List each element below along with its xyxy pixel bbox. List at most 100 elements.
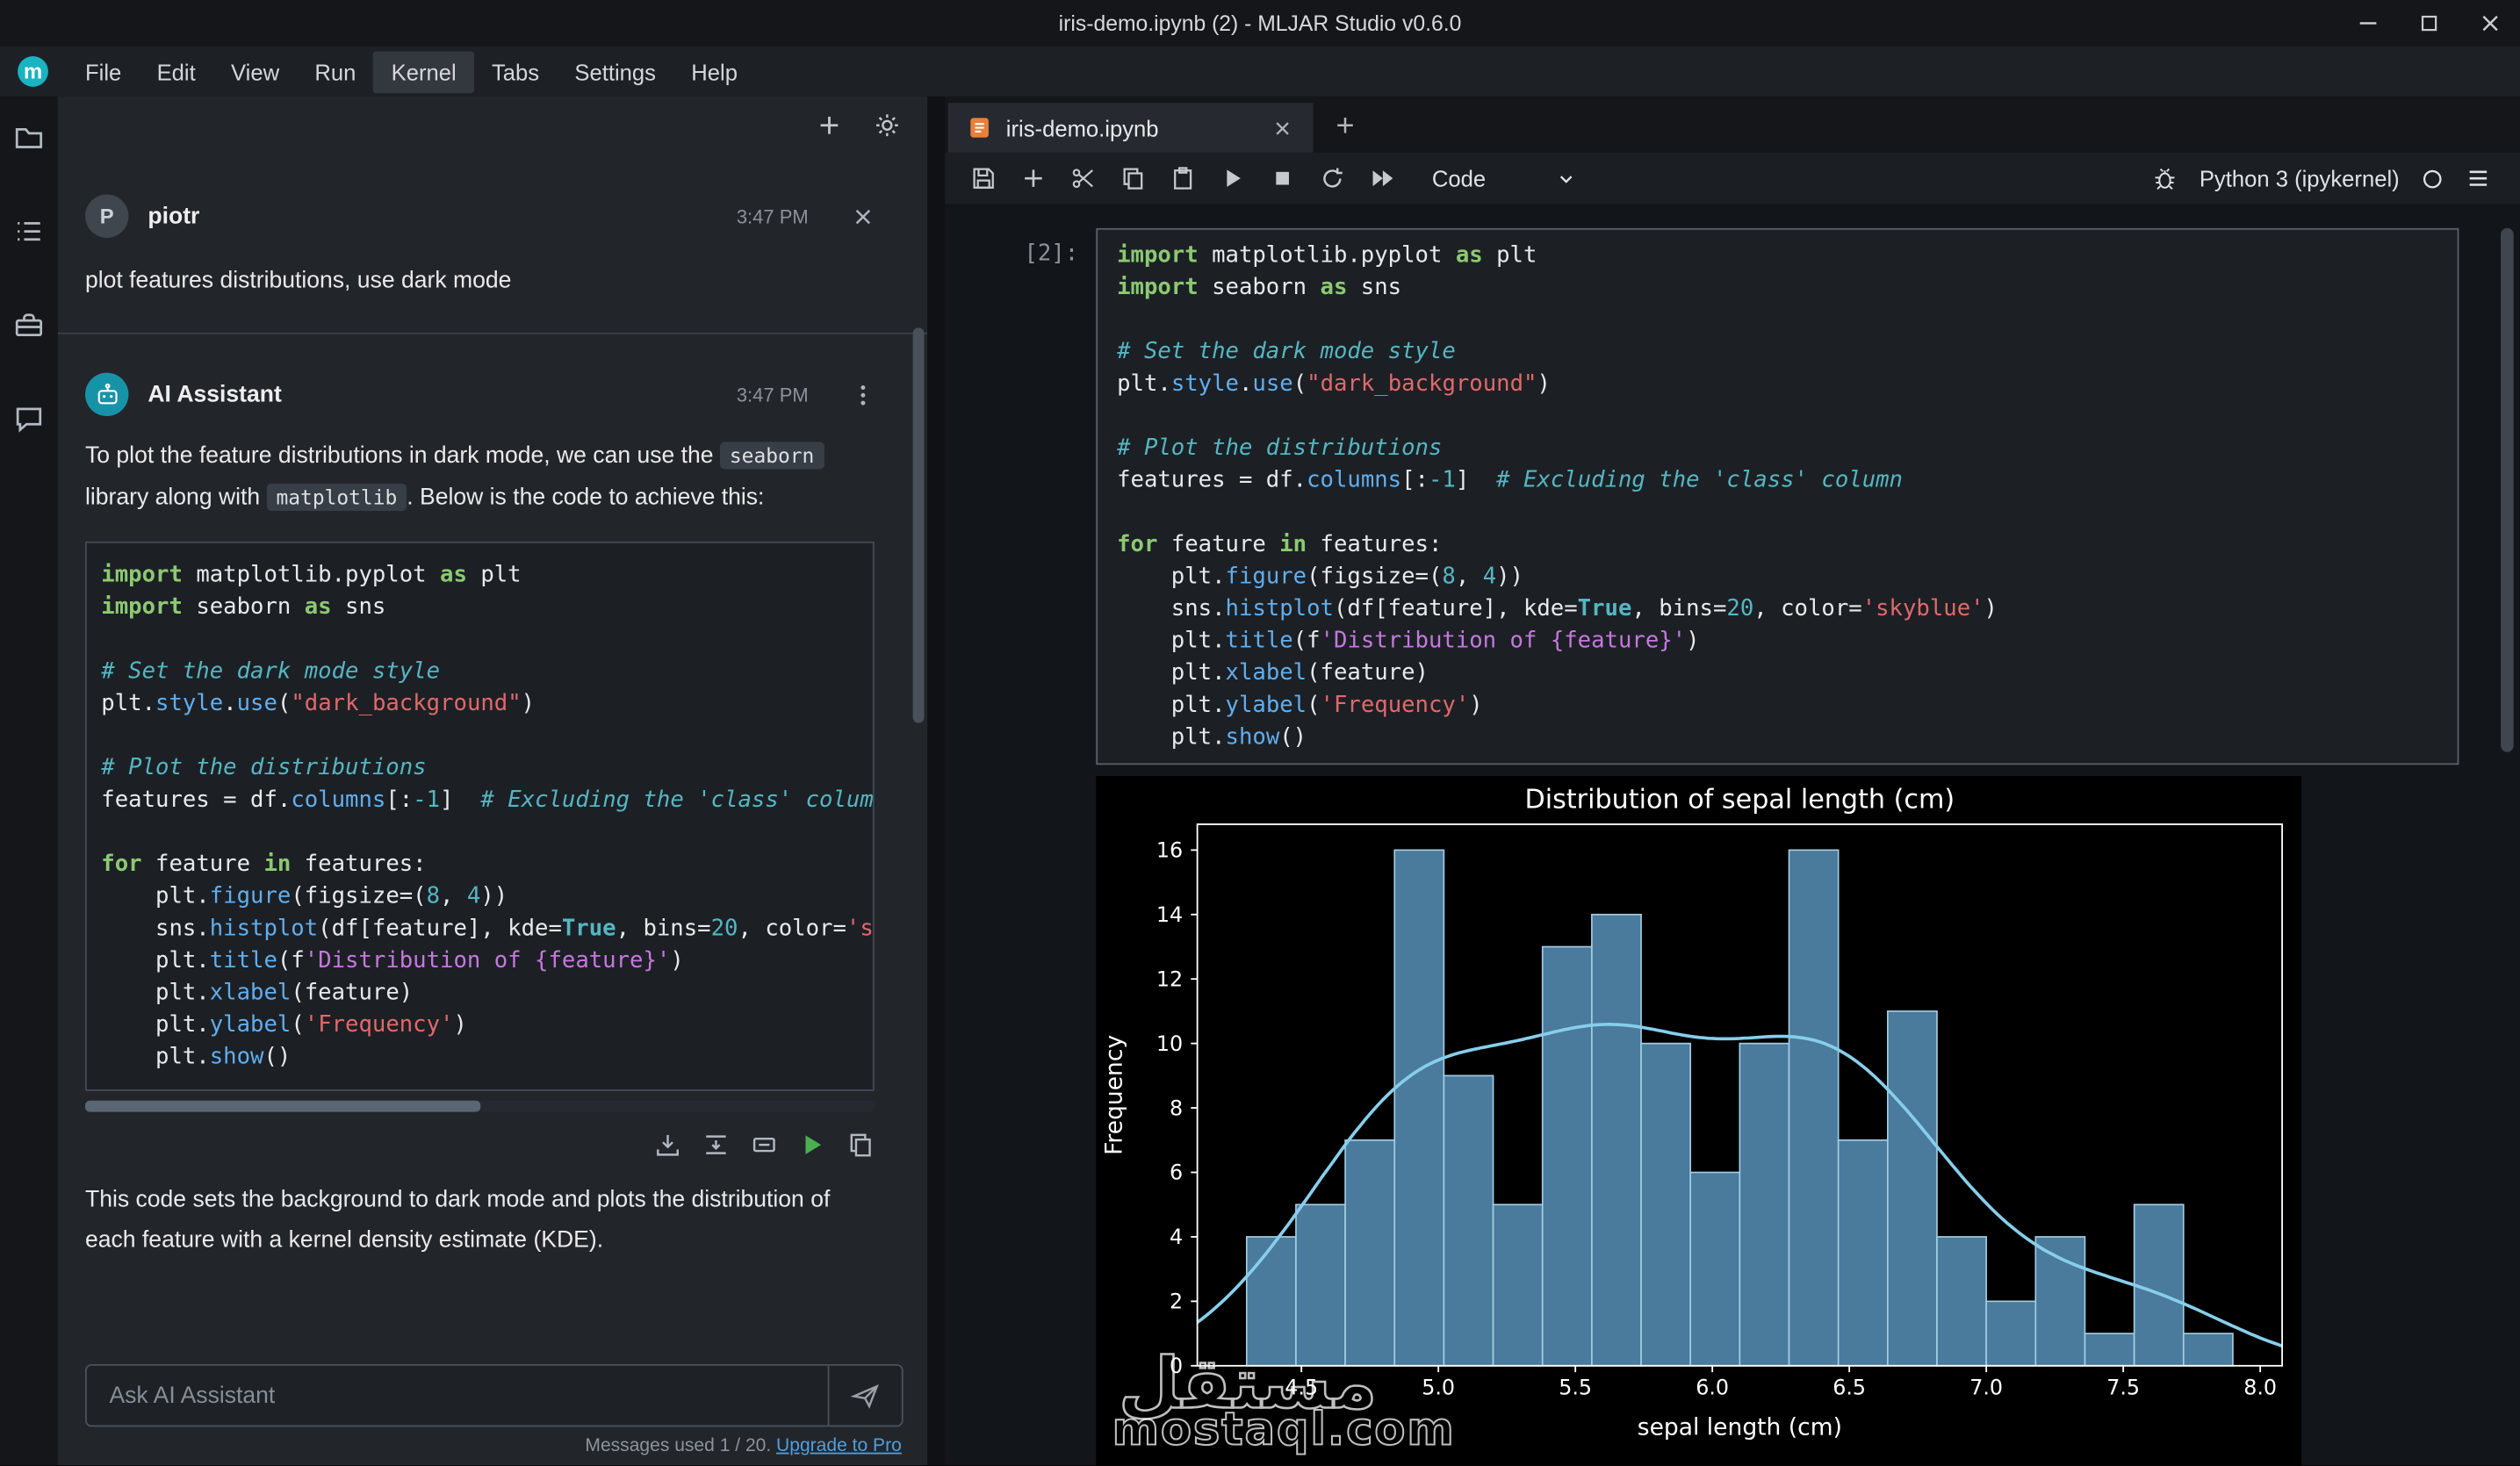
svg-text:Frequency: Frequency bbox=[1101, 1035, 1128, 1155]
activity-bar bbox=[0, 97, 58, 1465]
kernel-name[interactable]: Python 3 (ipykernel) bbox=[2200, 166, 2400, 191]
toolbar-menu-icon[interactable] bbox=[2466, 166, 2491, 191]
chat-input-area: Messages used 1 / 20. Upgrade to Pro bbox=[58, 1355, 927, 1465]
maximize-button[interactable] bbox=[2417, 11, 2441, 35]
svg-text:7.5: 7.5 bbox=[2106, 1376, 2140, 1400]
notebook-scrollbar-thumb[interactable] bbox=[2501, 228, 2514, 752]
message-menu-kebab-icon[interactable] bbox=[850, 382, 875, 407]
outline-list-icon[interactable] bbox=[13, 215, 46, 248]
notebook-tabbar: iris-demo.ipynb bbox=[945, 97, 2520, 153]
assistant-code: import matplotlib.pyplot as pltimport se… bbox=[101, 559, 858, 1074]
copy-cell-icon[interactable] bbox=[1107, 166, 1157, 191]
ask-ai-box bbox=[85, 1364, 904, 1426]
chat-usage-footer: Messages used 1 / 20. Upgrade to Pro bbox=[85, 1426, 904, 1459]
code-horizontal-scrollbar[interactable] bbox=[85, 1101, 875, 1112]
user-message-text: plot features distributions, use dark mo… bbox=[58, 238, 927, 300]
panel-splitter[interactable] bbox=[927, 97, 945, 1465]
mljar-logo: m bbox=[18, 56, 48, 87]
titlebar: iris-demo.ipynb (2) - MLJAR Studio v0.6.… bbox=[0, 0, 2520, 47]
chevron-down-icon bbox=[1557, 168, 1578, 189]
messages-used-text: Messages used 1 / 20. bbox=[585, 1436, 776, 1455]
menu-view[interactable]: View bbox=[213, 51, 297, 93]
run-code-icon[interactable] bbox=[799, 1132, 826, 1159]
ask-ai-input[interactable] bbox=[87, 1366, 828, 1426]
run-all-cells-icon[interactable] bbox=[1357, 166, 1407, 191]
paste-cell-icon[interactable] bbox=[1157, 166, 1207, 191]
mljar-studio-window: iris-demo.ipynb (2) - MLJAR Studio v0.6.… bbox=[0, 0, 2520, 1465]
close-window-button[interactable] bbox=[2477, 10, 2504, 37]
toolbox-icon[interactable] bbox=[13, 308, 46, 341]
output-plot: 4.55.05.56.06.57.07.58.00246810121416Dis… bbox=[1096, 776, 2301, 1465]
chat-settings-gear-icon[interactable] bbox=[873, 111, 902, 140]
code-hscroll-thumb[interactable] bbox=[85, 1101, 479, 1112]
svg-text:6.0: 6.0 bbox=[1696, 1376, 1729, 1400]
cell-type-value: Code bbox=[1432, 166, 1486, 191]
delete-message-icon[interactable] bbox=[850, 204, 875, 229]
send-message-button[interactable] bbox=[828, 1366, 902, 1426]
files-folder-icon[interactable] bbox=[13, 122, 46, 155]
svg-text:Distribution of sepal length (: Distribution of sepal length (cm) bbox=[1524, 785, 1955, 816]
menu-kernel[interactable]: Kernel bbox=[374, 51, 474, 93]
menu-run[interactable]: Run bbox=[297, 51, 373, 93]
send-icon bbox=[850, 1380, 881, 1411]
chat-toolbar bbox=[58, 97, 927, 155]
chat-scrollbar-thumb[interactable] bbox=[913, 327, 925, 722]
menu-help[interactable]: Help bbox=[673, 51, 755, 93]
menu-file[interactable]: File bbox=[68, 51, 140, 93]
tab-label: iris-demo.ipynb bbox=[1006, 115, 1159, 140]
notebook-toolbar: Code Python 3 (ipykernel) bbox=[945, 153, 2520, 205]
svg-text:6: 6 bbox=[1170, 1161, 1183, 1185]
stop-kernel-icon[interactable] bbox=[1256, 166, 1307, 191]
user-message-time: 3:47 PM bbox=[737, 205, 809, 227]
menu-tabs[interactable]: Tabs bbox=[474, 51, 557, 93]
svg-text:7.0: 7.0 bbox=[1969, 1376, 2003, 1400]
user-name: piotr bbox=[148, 204, 199, 229]
add-to-new-cell-icon[interactable] bbox=[654, 1132, 681, 1159]
menu-settings[interactable]: Settings bbox=[557, 51, 673, 93]
svg-text:8: 8 bbox=[1170, 1096, 1183, 1120]
assistant-intro-paragraph: To plot the feature distributions in dar… bbox=[85, 435, 875, 519]
new-tab-button[interactable] bbox=[1332, 111, 1357, 137]
insert-at-cursor-icon[interactable] bbox=[751, 1132, 778, 1159]
chat-icon[interactable] bbox=[13, 402, 46, 435]
inline-code-matplotlib: matplotlib bbox=[267, 484, 407, 511]
kernel-status-icon bbox=[2421, 166, 2444, 190]
cell-execution-prompt: [2]: bbox=[945, 228, 1096, 765]
svg-text:8.0: 8.0 bbox=[2243, 1376, 2277, 1400]
assistant-avatar bbox=[85, 373, 128, 416]
cut-cell-icon[interactable] bbox=[1057, 166, 1107, 191]
inline-code-seaborn: seaborn bbox=[720, 442, 824, 469]
code-cell-row: [2]: import matplotlib.pyplot as pltimpo… bbox=[945, 228, 2520, 765]
tab-iris-demo[interactable]: iris-demo.ipynb bbox=[948, 103, 1313, 153]
upgrade-to-pro-link[interactable]: Upgrade to Pro bbox=[776, 1436, 902, 1455]
add-cell-icon[interactable] bbox=[1008, 166, 1058, 191]
notebook-content: [2]: import matplotlib.pyplot as pltimpo… bbox=[945, 204, 2520, 1465]
run-cell-icon[interactable] bbox=[1207, 166, 1257, 191]
svg-text:5.5: 5.5 bbox=[1559, 1376, 1592, 1400]
svg-text:10: 10 bbox=[1156, 1031, 1183, 1056]
svg-text:mostaql.com: mostaql.com bbox=[1112, 1403, 1456, 1455]
window-controls bbox=[2354, 0, 2503, 47]
restart-kernel-icon[interactable] bbox=[1307, 166, 1357, 191]
svg-text:12: 12 bbox=[1156, 967, 1183, 991]
user-message: P piotr 3:47 PM plot features distributi… bbox=[58, 155, 927, 333]
save-icon[interactable] bbox=[958, 166, 1008, 191]
tab-close-icon[interactable] bbox=[1271, 117, 1294, 140]
ai-chat-panel: P piotr 3:47 PM plot features distributi… bbox=[58, 97, 927, 1465]
cell-type-dropdown[interactable]: Code bbox=[1432, 166, 1578, 191]
copy-code-icon[interactable] bbox=[847, 1132, 875, 1159]
menu-edit[interactable]: Edit bbox=[139, 51, 212, 93]
svg-text:4: 4 bbox=[1170, 1225, 1183, 1249]
replace-cell-icon[interactable] bbox=[702, 1132, 730, 1159]
chat-message-list: P piotr 3:47 PM plot features distributi… bbox=[58, 155, 927, 1355]
debugger-bug-icon[interactable] bbox=[2153, 166, 2178, 191]
svg-text:16: 16 bbox=[1156, 838, 1183, 863]
minimize-button[interactable] bbox=[2354, 10, 2381, 37]
svg-text:5.0: 5.0 bbox=[1422, 1376, 1455, 1400]
cell-output-row: 4.55.05.56.06.57.07.58.00246810121416Dis… bbox=[945, 776, 2520, 1465]
user-avatar-initial: P bbox=[100, 204, 114, 227]
new-chat-plus-icon[interactable] bbox=[815, 111, 844, 140]
code-cell-editor[interactable]: import matplotlib.pyplot as pltimport se… bbox=[1096, 228, 2459, 765]
notebook-file-icon bbox=[968, 116, 991, 140]
robot-icon bbox=[92, 380, 121, 409]
